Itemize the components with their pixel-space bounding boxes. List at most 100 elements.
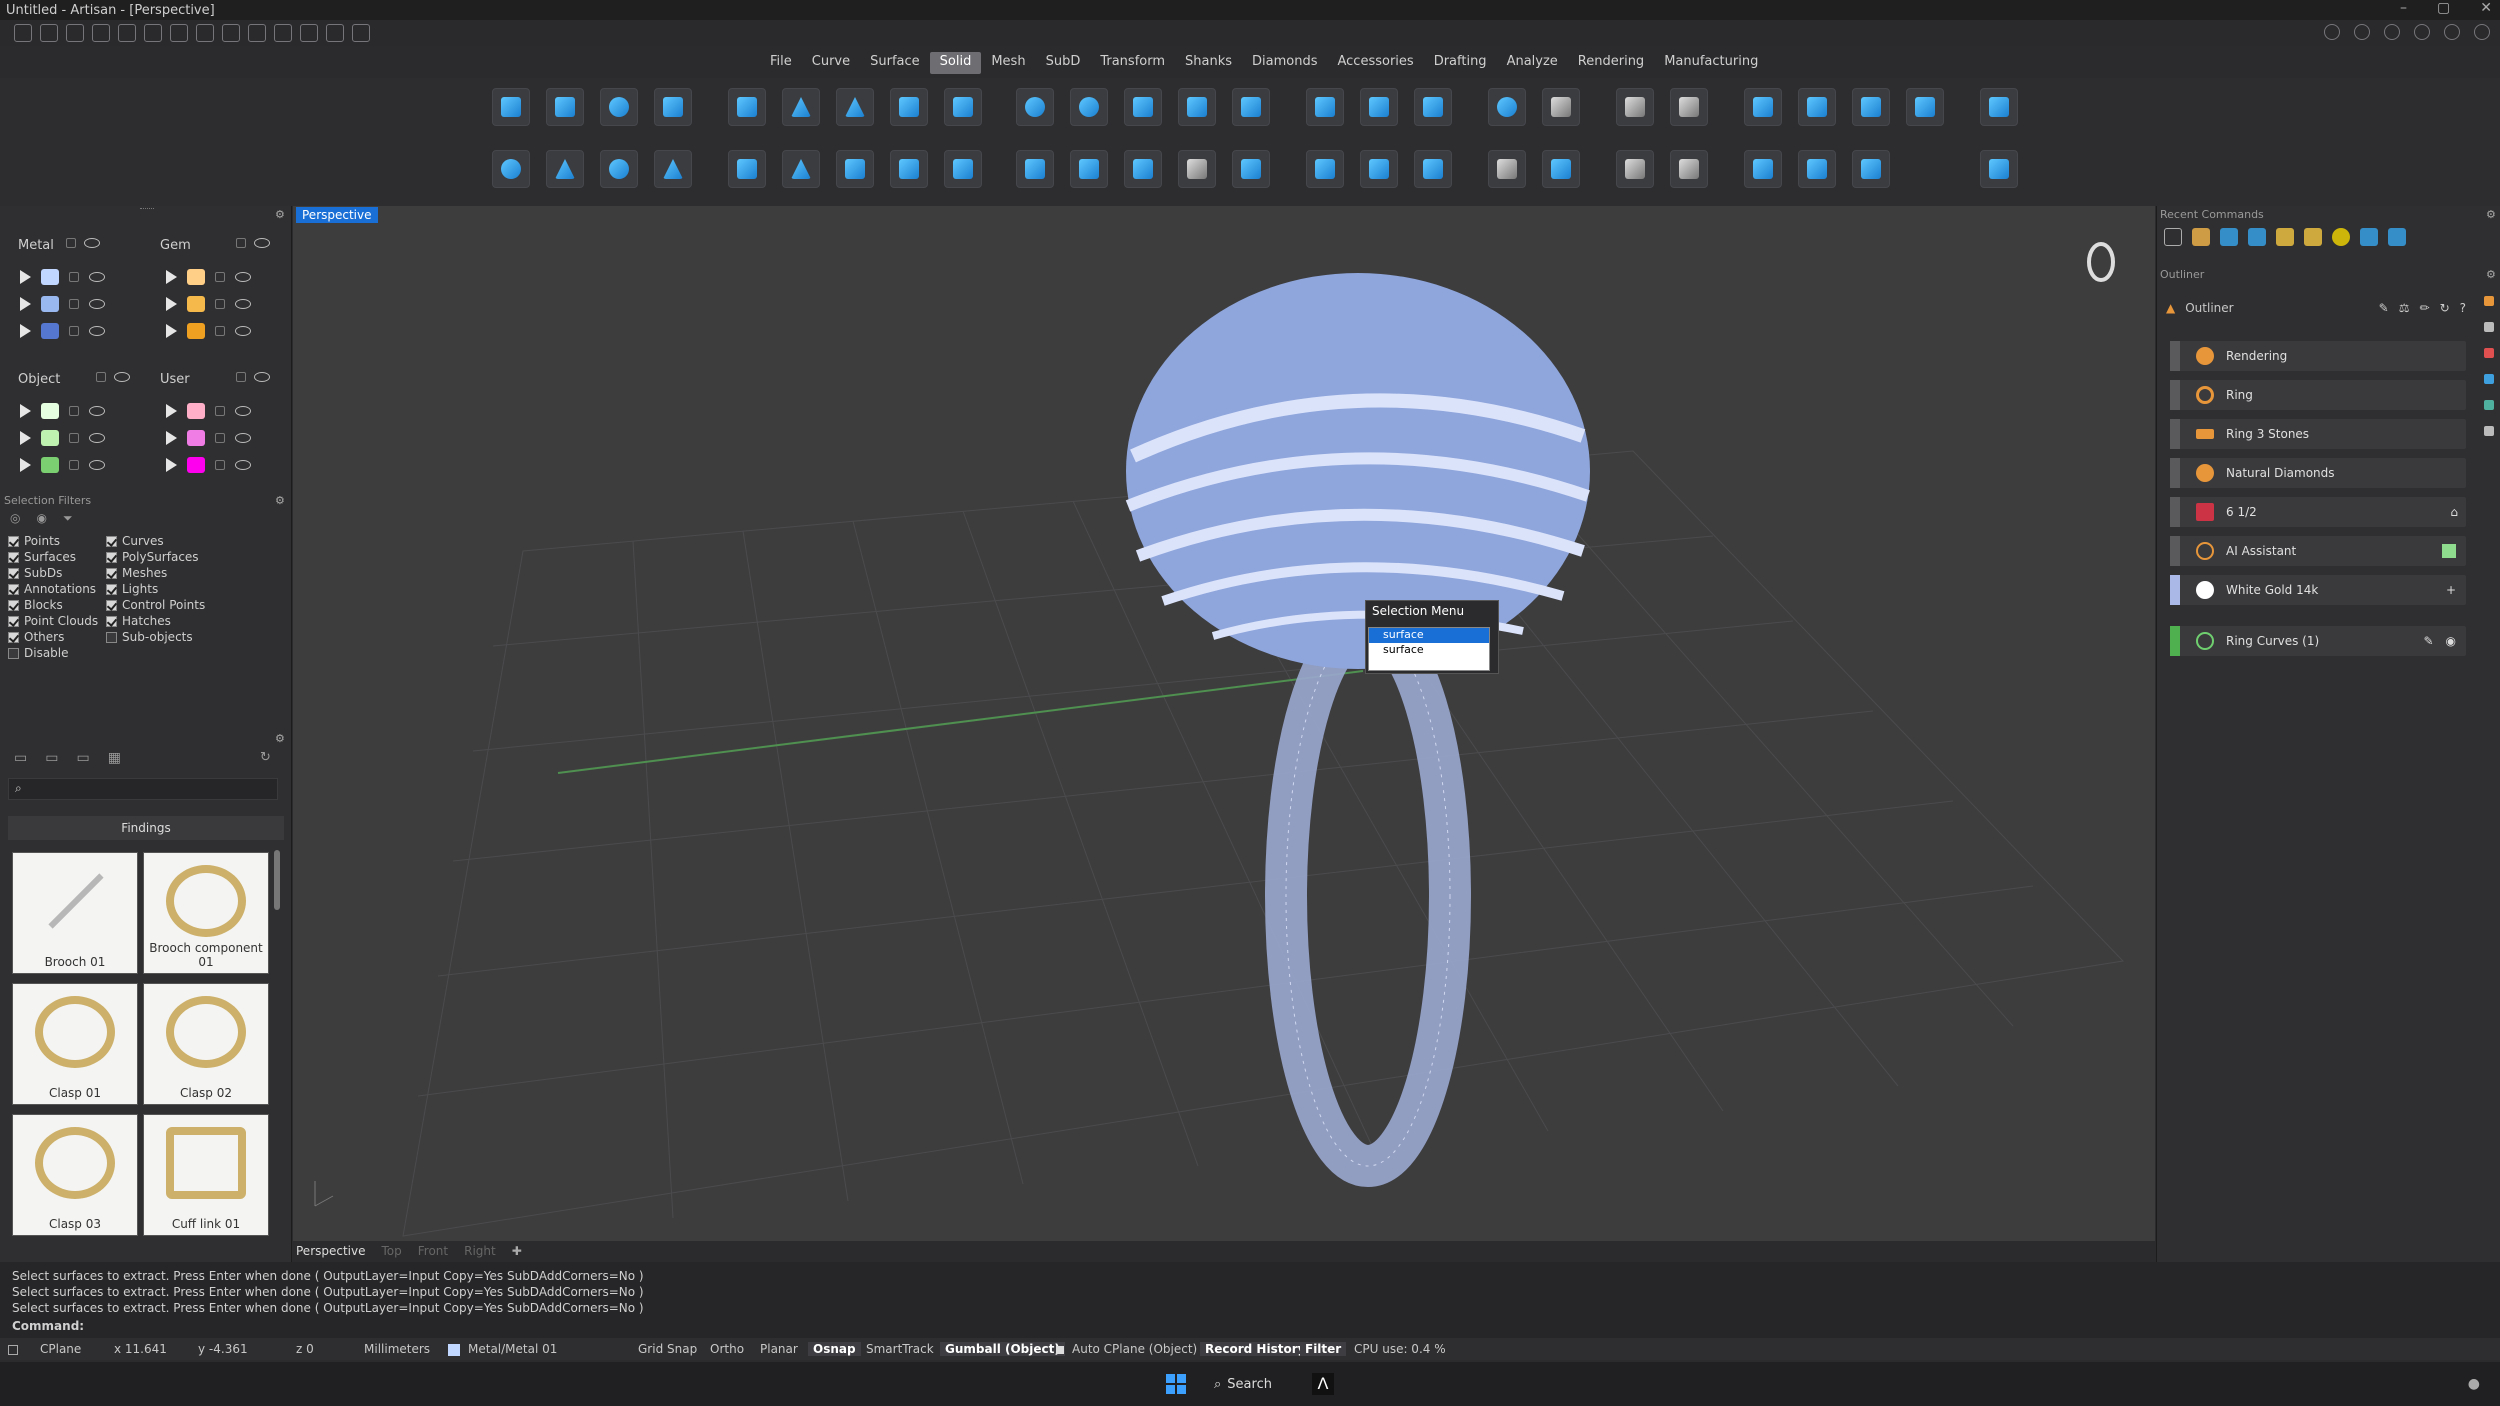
tab-curve[interactable]: Curve [802, 52, 860, 74]
panel-grip[interactable] [140, 208, 154, 212]
outliner-row-rendering[interactable]: Rendering [2170, 341, 2466, 371]
lock-icon[interactable] [236, 238, 246, 248]
recent-layers-icon[interactable] [2388, 228, 2406, 246]
recent-crown-icon[interactable] [2304, 228, 2322, 246]
extrude-path-icon[interactable] [890, 150, 928, 188]
play-icon[interactable] [20, 324, 31, 338]
tube-tool-icon[interactable] [654, 88, 692, 126]
help-icon[interactable]: ? [2460, 301, 2466, 315]
gem-layer-row-3[interactable] [166, 320, 251, 342]
extrude-point-icon[interactable] [782, 150, 820, 188]
split-face-icon[interactable] [1906, 88, 1944, 126]
eye-icon[interactable] [235, 433, 251, 443]
filter-blocks[interactable]: Blocks [8, 597, 98, 613]
cube-icon[interactable] [2384, 24, 2400, 40]
slab-tool-icon[interactable] [890, 88, 928, 126]
play-icon[interactable] [166, 297, 177, 311]
status-record-history[interactable]: Record History [1200, 1342, 1311, 1356]
status-auto-cplane[interactable]: Auto CPlane (Object) [1072, 1342, 1197, 1356]
unjoin-edge-icon[interactable] [1542, 150, 1580, 188]
perspective-viewport[interactable] [293, 206, 2155, 1241]
play-icon[interactable] [166, 431, 177, 445]
layer-color-swatch[interactable] [448, 1344, 460, 1356]
panel-toggle-icon[interactable] [8, 1345, 18, 1355]
taskbar-search-button[interactable]: ⌕ Search [1214, 1377, 1272, 1392]
metal-swatch[interactable] [41, 269, 59, 285]
extrude-face-icon[interactable] [1852, 88, 1890, 126]
eye-icon[interactable] [89, 326, 105, 336]
tab-solid[interactable]: Solid [929, 52, 982, 74]
gear-solid-icon[interactable] [1232, 150, 1270, 188]
recent-cube-icon[interactable] [2276, 228, 2294, 246]
metal-layer-row-2[interactable] [20, 293, 105, 315]
user-swatch[interactable] [187, 403, 205, 419]
recent-settings-icon[interactable]: ⚙ [2486, 208, 2496, 221]
lock-icon[interactable] [215, 433, 225, 443]
tab-analyze[interactable]: Analyze [1497, 52, 1568, 74]
outliner-row-ring-curves[interactable]: Ring Curves (1) ✎ ◉ [2170, 626, 2466, 656]
edit-icon[interactable]: ✏ [2420, 301, 2430, 315]
tab-mesh[interactable]: Mesh [981, 52, 1035, 74]
cylinder-tool-icon[interactable] [546, 88, 584, 126]
ring-model[interactable] [1125, 273, 1590, 1187]
settings-icon[interactable] [2414, 24, 2430, 40]
boolean-split-icon[interactable] [1414, 88, 1452, 126]
layers-solid-icon[interactable] [1306, 150, 1344, 188]
toolbar-settings-icon[interactable] [1980, 88, 2018, 126]
lock-icon[interactable] [66, 238, 76, 248]
play-icon[interactable] [166, 404, 177, 418]
selection-item-surface-1[interactable]: surface [1369, 628, 1489, 643]
eye-icon[interactable] [89, 460, 105, 470]
play-icon[interactable] [20, 270, 31, 284]
object-swatch[interactable] [41, 457, 59, 473]
maximize-icon[interactable]: ▢ [2437, 0, 2450, 16]
play-icon[interactable] [166, 324, 177, 338]
gem-swatch[interactable] [187, 323, 205, 339]
tab-top[interactable]: Top [382, 1244, 402, 1258]
chamfer-edge-icon[interactable] [1070, 150, 1108, 188]
variable-fillet-icon[interactable] [1124, 150, 1162, 188]
box-tool-icon[interactable] [492, 88, 530, 126]
lock-icon[interactable] [215, 406, 225, 416]
user-layer-row-3[interactable] [166, 454, 251, 476]
torus-tool-icon[interactable] [1070, 88, 1108, 126]
filter-sub-objects[interactable]: Sub-objects [106, 629, 205, 645]
filter-point-clouds[interactable]: Point Clouds [8, 613, 98, 629]
tab-front[interactable]: Front [418, 1244, 448, 1258]
outliner-row-white-gold[interactable]: White Gold 14k + [2170, 575, 2466, 605]
filter-hatches[interactable]: Hatches [106, 613, 205, 629]
library-settings-icon[interactable]: ⚙ [275, 732, 285, 745]
play-icon[interactable] [20, 297, 31, 311]
lock-icon[interactable] [69, 299, 79, 309]
add-folder-icon[interactable]: ▭ [45, 750, 58, 766]
tab-surface[interactable]: Surface [860, 52, 930, 74]
user-swatch[interactable] [187, 430, 205, 446]
filter-surfaces[interactable]: Surfaces [8, 549, 98, 565]
status-smarttrack[interactable]: SmartTrack [866, 1342, 934, 1356]
recent-solid-icon[interactable] [2248, 228, 2266, 246]
windows-start-icon[interactable] [1166, 1374, 1187, 1394]
library-scrollbar[interactable] [274, 850, 280, 910]
balance-icon[interactable]: ⚖ [2399, 301, 2410, 315]
notification-icon[interactable]: ● [2468, 1376, 2480, 1392]
eye-icon[interactable] [254, 238, 270, 248]
eye-icon[interactable] [89, 406, 105, 416]
extrude-taper-icon[interactable] [836, 150, 874, 188]
offset-solid-icon[interactable] [1616, 88, 1654, 126]
help-icon[interactable] [2444, 24, 2460, 40]
round-hole-icon[interactable] [1670, 150, 1708, 188]
status-planar[interactable]: Planar [760, 1342, 798, 1356]
toggle-icon[interactable]: ◉ [36, 511, 46, 526]
outliner-row-ring-size[interactable]: 6 1/2 ⌂ [2170, 497, 2466, 527]
eye-icon[interactable] [235, 406, 251, 416]
metal-layer-row-3[interactable] [20, 320, 105, 342]
outliner-row-natural-diamonds[interactable]: Natural Diamonds [2170, 458, 2466, 488]
extrude-curve-icon[interactable] [944, 150, 982, 188]
metal-swatch[interactable] [41, 323, 59, 339]
filter-disable[interactable]: Disable [8, 645, 98, 661]
outliner-row-ai-assistant[interactable]: AI Assistant [2170, 536, 2466, 566]
extrude-crv-icon[interactable] [728, 150, 766, 188]
status-filter[interactable]: Filter [1300, 1342, 1347, 1356]
recent-gem-icon[interactable] [2192, 228, 2210, 246]
status-current-layer[interactable]: Metal/Metal 01 [468, 1342, 557, 1356]
